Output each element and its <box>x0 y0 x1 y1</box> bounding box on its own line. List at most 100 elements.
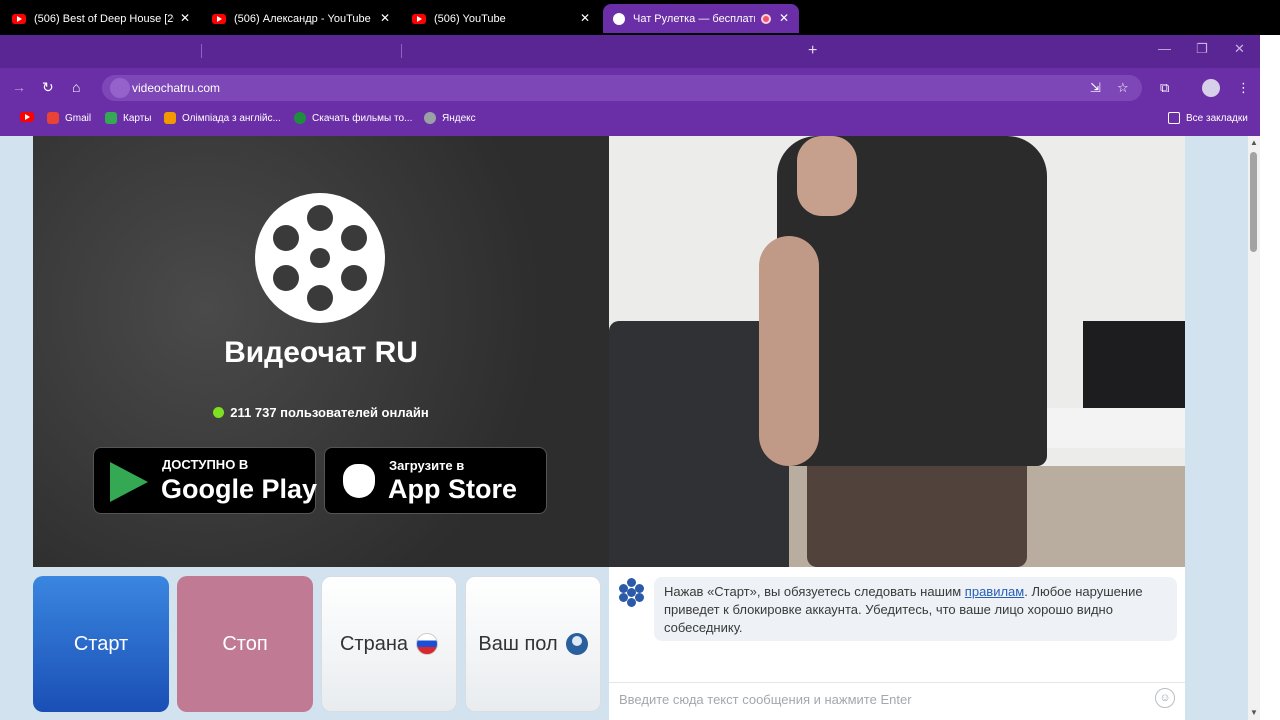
bookmark-star-icon[interactable]: ☆ <box>1117 80 1129 96</box>
youtube-icon <box>20 112 34 122</box>
tab-2[interactable]: (506) Александр - YouTube ✕ <box>202 4 400 33</box>
start-button[interactable]: Старт <box>33 576 169 712</box>
maps-icon <box>105 112 117 124</box>
bookmark-maps[interactable]: Карты <box>105 112 152 124</box>
menu-icon[interactable]: ⋮ <box>1237 80 1250 96</box>
bookmark-yandex[interactable]: Яндекс <box>424 112 476 124</box>
message-input[interactable]: Введите сюда текст сообщения и нажмите E… <box>609 682 1185 714</box>
bookmark-gmail[interactable]: Gmail <box>47 112 91 124</box>
screen-edge <box>1260 35 1280 720</box>
stop-label: Стоп <box>222 632 268 655</box>
google-play-small: ДОСТУПНО В <box>162 457 249 472</box>
close-window-icon[interactable]: ✕ <box>1234 41 1245 57</box>
stop-button[interactable]: Стоп <box>177 576 313 712</box>
tab-strip <box>0 35 1260 68</box>
apple-icon <box>343 464 375 498</box>
youtube-icon <box>412 13 426 24</box>
bookmark-olympiad[interactable]: Олімпіада з англійс... <box>164 112 281 124</box>
scroll-up-icon[interactable]: ▲ <box>1250 138 1258 147</box>
rules-link[interactable]: правилам <box>965 584 1024 599</box>
bookmark-label: Скачать фильмы то... <box>312 112 413 124</box>
logo-hole <box>273 265 299 291</box>
profile-avatar[interactable] <box>1202 79 1220 97</box>
globe-icon <box>424 112 436 124</box>
folder-icon <box>1168 112 1180 124</box>
home-icon[interactable]: ⌂ <box>72 79 80 95</box>
person-arm <box>759 236 819 466</box>
country-button[interactable]: Страна <box>321 576 457 712</box>
user-avatar-icon <box>565 633 588 655</box>
tab-3[interactable]: (506) YouTube ✕ <box>402 4 600 33</box>
youtube-icon <box>12 13 26 24</box>
scroll-down-icon[interactable]: ▼ <box>1250 708 1258 717</box>
logo-hole <box>307 205 333 231</box>
minimize-icon[interactable]: — <box>1158 41 1171 56</box>
start-label: Старт <box>73 632 129 655</box>
all-bookmarks-label: Все закладки <box>1186 112 1248 124</box>
site-logo-icon <box>613 12 625 25</box>
site-logo-icon <box>255 193 385 323</box>
scrollbar[interactable]: ▲ ▼ <box>1248 136 1260 720</box>
extensions-icon[interactable]: ⧉ <box>1160 80 1169 96</box>
close-icon[interactable]: ✕ <box>380 11 390 25</box>
logo-hole <box>341 225 367 251</box>
emoji-icon[interactable]: ☺ <box>1155 688 1175 708</box>
site-info-icon[interactable] <box>110 78 130 98</box>
reload-icon[interactable]: ↻ <box>42 79 54 96</box>
close-icon[interactable]: ✕ <box>779 11 789 25</box>
online-count: 211 737 пользователей онлайн <box>33 405 609 420</box>
country-label: Страна <box>339 632 409 655</box>
app-store-big: App Store <box>388 474 518 504</box>
cabinet-image <box>1043 408 1185 448</box>
youtube-icon <box>212 13 226 24</box>
own-video-panel: Видеочат RU 211 737 пользователей онлайн… <box>33 136 609 567</box>
install-app-icon[interactable]: ⇲ <box>1090 80 1101 96</box>
message-placeholder: Введите сюда текст сообщения и нажмите E… <box>619 692 912 707</box>
close-icon[interactable]: ✕ <box>180 11 190 25</box>
address-bar[interactable]: videochatru.com <box>102 75 1142 101</box>
gender-button[interactable]: Ваш пол <box>465 576 601 712</box>
google-play-button[interactable]: ДОСТУПНО В Google Play <box>93 447 317 514</box>
google-play-icon <box>110 462 148 502</box>
tab-active[interactable]: Чат Рулетка — бесплатный ✕ <box>603 4 799 33</box>
tab-separator <box>201 44 202 58</box>
chat-panel: Нажав «Старт», вы обязуетесь следовать н… <box>609 567 1185 720</box>
bookmark-label: Gmail <box>65 112 92 124</box>
plus-icon[interactable]: + <box>808 42 817 60</box>
youtube-bookmark[interactable] <box>20 112 34 122</box>
person-hand <box>797 136 857 216</box>
online-indicator-icon <box>213 407 225 418</box>
tab-1[interactable]: (506) Best of Deep House [2021 ✕ <box>2 4 200 33</box>
gender-label: Ваш пол <box>478 632 558 655</box>
message-text: Нажав «Старт», вы обязуетесь следовать н… <box>664 584 965 599</box>
tv-image <box>1083 321 1185 411</box>
bookmark-label: Карты <box>123 112 152 124</box>
gmail-icon <box>47 112 59 124</box>
tab-title: (506) Best of Deep House [2021 <box>34 12 174 25</box>
russia-flag-icon <box>416 633 439 655</box>
partner-video-panel <box>609 136 1185 567</box>
logo-hole <box>635 584 644 593</box>
close-icon[interactable]: ✕ <box>580 11 590 25</box>
tab-title: (506) YouTube <box>434 12 506 25</box>
logo-hole <box>627 598 636 607</box>
maximize-icon[interactable]: ❐ <box>1196 41 1208 57</box>
logo-hole <box>341 265 367 291</box>
bookmark-site-icon <box>294 112 306 124</box>
screen: (506) Best of Deep House [2021 ✕ (506) А… <box>0 0 1280 720</box>
brand-title: Видеочат RU <box>224 336 418 369</box>
app-store-small: Загрузите в <box>389 458 465 473</box>
logo-hole <box>307 285 333 311</box>
bookmark-label: Яндекс <box>442 112 476 124</box>
all-bookmarks[interactable]: Все закладки <box>1168 112 1248 124</box>
system-message: Нажав «Старт», вы обязуетесь следовать н… <box>654 577 1177 641</box>
scrollbar-thumb[interactable] <box>1250 152 1257 252</box>
url-text: videochatru.com <box>132 81 221 95</box>
recording-icon <box>761 14 771 24</box>
bookmark-movies[interactable]: Скачать фильмы то... <box>294 112 412 124</box>
forward-icon[interactable]: → <box>12 79 26 95</box>
tab-separator <box>401 44 402 58</box>
bot-logo-icon <box>617 577 647 607</box>
app-store-button[interactable]: Загрузите в App Store <box>324 447 547 514</box>
bookmark-label: Олімпіада з англійс... <box>182 112 281 124</box>
